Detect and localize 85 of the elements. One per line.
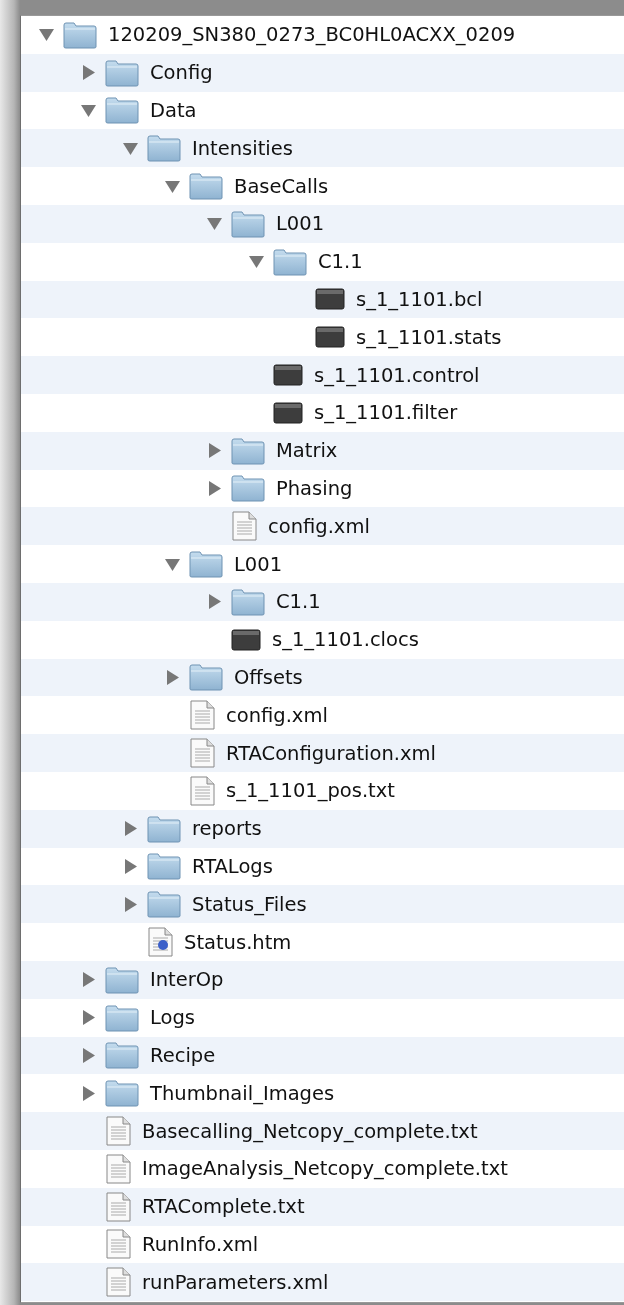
file-name[interactable]: Status.htm <box>184 930 292 954</box>
file-name[interactable]: RunInfo.xml <box>142 1232 259 1256</box>
text-document-icon <box>189 775 215 806</box>
folder-icon <box>105 1079 139 1108</box>
folder-icon <box>147 852 181 881</box>
folder-name[interactable]: RTALogs <box>192 854 273 878</box>
expand-triangle-icon[interactable] <box>206 594 222 610</box>
folder-name[interactable]: Intensities <box>192 136 293 160</box>
collapse-triangle-icon[interactable] <box>80 103 96 118</box>
expand-triangle-icon[interactable] <box>80 65 96 81</box>
text-document-icon <box>105 1229 131 1260</box>
file-name[interactable]: s_1_1101.bcl <box>356 287 483 311</box>
file-icon <box>231 628 261 651</box>
folder-icon <box>231 587 265 616</box>
expand-triangle-icon[interactable] <box>122 821 138 837</box>
folder-name[interactable]: C1.1 <box>318 250 363 274</box>
expand-triangle-icon[interactable] <box>122 896 138 912</box>
folder-icon <box>147 890 181 919</box>
folder-icon <box>63 20 97 49</box>
folder-name[interactable]: Phasing <box>276 476 353 500</box>
collapse-triangle-icon[interactable] <box>38 27 54 43</box>
folder-name[interactable]: InterOp <box>150 968 224 992</box>
text-document-icon <box>105 1267 131 1298</box>
folder-name[interactable]: Data <box>150 99 197 122</box>
folder-name[interactable]: C1.1 <box>276 590 321 614</box>
folder-icon <box>231 209 265 238</box>
folder-name[interactable]: Recipe <box>150 1043 216 1067</box>
collapse-triangle-icon[interactable] <box>122 140 138 156</box>
file-icon <box>315 326 345 349</box>
file-icon <box>273 364 303 387</box>
collapse-triangle-icon[interactable] <box>206 216 222 232</box>
text-document-icon <box>231 511 257 542</box>
file-name[interactable]: s_1_1101.clocs <box>272 628 419 652</box>
folder-name[interactable]: Offsets <box>234 665 303 689</box>
file-icon <box>315 288 345 311</box>
folder-name[interactable]: L001 <box>276 212 325 236</box>
web-document-icon <box>147 927 173 957</box>
text-document-icon <box>105 1153 131 1184</box>
folder-name[interactable]: Status_Files <box>192 892 307 916</box>
expand-triangle-icon[interactable] <box>164 669 180 685</box>
folder-icon <box>105 96 139 125</box>
folder-name[interactable]: Thumbnail_Images <box>150 1081 335 1105</box>
file-name[interactable]: s_1_1101.filter <box>314 401 458 425</box>
folder-icon <box>189 663 223 692</box>
folder-name[interactable]: L001 <box>234 552 283 576</box>
file-name[interactable]: RTAComplete.txt <box>142 1195 305 1219</box>
expand-triangle-icon[interactable] <box>206 443 222 459</box>
expand-triangle-icon[interactable] <box>80 1010 96 1026</box>
folder-name[interactable]: reports <box>192 817 262 841</box>
folder-icon <box>105 1003 139 1032</box>
text-document-icon <box>189 700 215 731</box>
text-document-icon <box>105 1191 131 1222</box>
folder-icon <box>105 965 139 994</box>
folder-icon <box>105 58 139 87</box>
file-name[interactable]: config.xml <box>268 514 370 538</box>
file-name[interactable]: s_1_1101_pos.txt <box>226 779 395 803</box>
folder-icon <box>105 1041 139 1070</box>
file-name[interactable]: runParameters.xml <box>142 1270 329 1294</box>
folder-name[interactable]: 120209_SN380_0273_BC0HL0ACXX_0209 <box>108 23 516 47</box>
text-document-icon <box>105 1116 131 1146</box>
text-document-icon <box>189 738 215 769</box>
folder-icon <box>273 247 307 276</box>
expand-triangle-icon[interactable] <box>122 858 138 874</box>
folder-icon <box>231 436 265 465</box>
folder-name[interactable]: Matrix <box>276 439 338 463</box>
folder-icon <box>189 172 223 201</box>
file-name[interactable]: ImageAnalysis_Netcopy_complete.txt <box>142 1157 508 1181</box>
collapse-triangle-icon[interactable] <box>164 178 180 194</box>
folder-icon <box>189 550 223 579</box>
expand-triangle-icon[interactable] <box>206 480 222 496</box>
expand-triangle-icon[interactable] <box>80 972 96 988</box>
file-name[interactable]: config.xml <box>226 703 328 727</box>
folder-name[interactable]: BaseCalls <box>234 174 329 198</box>
file-name[interactable]: s_1_1101.stats <box>356 325 502 349</box>
folder-icon <box>147 134 181 163</box>
folder-name[interactable]: Logs <box>150 1006 195 1030</box>
expand-triangle-icon[interactable] <box>80 1085 96 1101</box>
file-icon <box>273 401 303 424</box>
expand-triangle-icon[interactable] <box>80 1047 96 1063</box>
file-name[interactable]: s_1_1101.control <box>314 363 480 387</box>
folder-name[interactable]: Config <box>150 61 213 85</box>
collapse-triangle-icon[interactable] <box>248 254 264 270</box>
folder-icon <box>231 474 265 503</box>
collapse-triangle-icon[interactable] <box>164 556 180 572</box>
folder-icon <box>147 814 181 843</box>
